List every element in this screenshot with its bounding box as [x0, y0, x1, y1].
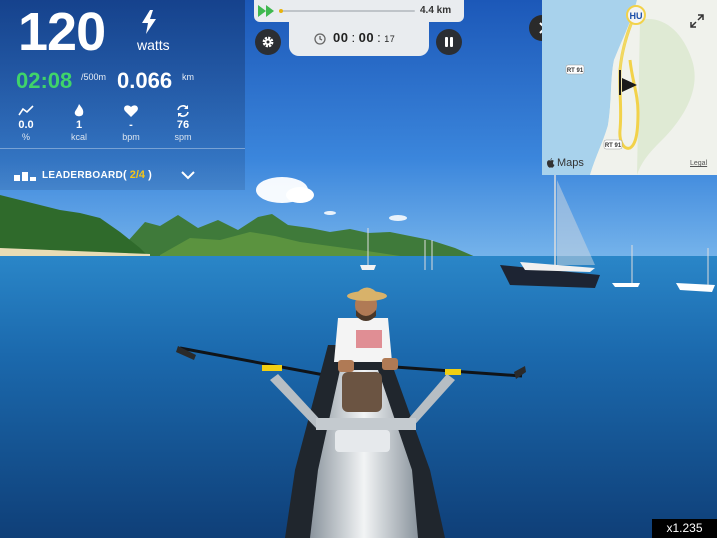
pause-button[interactable]	[436, 29, 462, 55]
metric-value: 76	[176, 119, 190, 131]
timer-seconds: 17	[384, 34, 396, 44]
chevron-down-icon	[181, 171, 195, 180]
leaderboard-bars-icon	[14, 172, 36, 181]
route-progress: 4.4 km	[254, 0, 464, 22]
route-total-distance: 4.4 km	[420, 5, 452, 16]
clock-icon	[314, 33, 326, 45]
road-label: RT 91	[605, 143, 622, 149]
flame-icon	[74, 104, 84, 117]
distance-value: 0.066	[117, 68, 173, 93]
metric-value: 0.0	[18, 119, 34, 131]
metric-value: 1	[75, 119, 83, 131]
fast-forward-icon[interactable]	[258, 4, 274, 18]
metric-unit: bpm	[122, 132, 140, 142]
panel-divider	[0, 148, 245, 149]
progress-fill	[279, 9, 283, 13]
metric-calories: 1 kcal	[59, 104, 99, 143]
timer-hours: 00	[333, 30, 349, 45]
metric-unit: spm	[174, 132, 192, 142]
leaderboard-label: LEADERBOARD	[42, 170, 124, 181]
playback-speed: x1.235	[652, 519, 717, 538]
split-value: 02:08	[16, 68, 73, 93]
metric-heart-rate: - bpm	[111, 104, 151, 143]
heart-icon	[124, 105, 138, 117]
fullscreen-icon[interactable]	[690, 14, 704, 28]
metric-value: -	[129, 119, 133, 131]
split-unit: /500m	[81, 72, 106, 82]
cycle-arrows-icon	[177, 105, 189, 117]
map-brand: Maps	[557, 157, 584, 169]
stroke-rate-chart-icon	[18, 105, 34, 116]
stats-panel: 120 watts 02:08 /500m 0.066 km 0.0 % 1 k…	[0, 0, 245, 190]
road-label: RT 91	[567, 68, 584, 74]
timer-minutes: 00	[358, 30, 375, 45]
map-location-badge: HU	[630, 11, 643, 21]
metric-unit: %	[21, 132, 30, 142]
watts-unit: watts	[137, 37, 170, 53]
leaderboard-toggle[interactable]: LEADERBOARD ( 2/4 )	[0, 161, 220, 191]
progress-track[interactable]	[279, 9, 415, 13]
bolt-icon	[142, 10, 156, 34]
metric-stroke-rate: 76 spm	[163, 104, 203, 143]
map-legal-link[interactable]: Legal	[690, 160, 707, 167]
leaderboard-rank: ( 2/4 )	[123, 169, 152, 181]
split-unit-bottom: /500m	[81, 72, 107, 82]
pause-icon	[445, 37, 453, 47]
metric-unit: kcal	[70, 132, 87, 142]
watts-value: 120	[18, 2, 106, 62]
distance-unit: km	[182, 72, 194, 82]
apple-logo-icon	[547, 158, 555, 168]
elapsed-time: 00:00:17	[333, 30, 396, 45]
settings-button[interactable]	[255, 29, 281, 55]
timer-display: 00:00:17	[289, 22, 429, 56]
metric-stroke-ratio: 0.0 %	[6, 104, 46, 143]
gear-icon	[262, 36, 274, 48]
